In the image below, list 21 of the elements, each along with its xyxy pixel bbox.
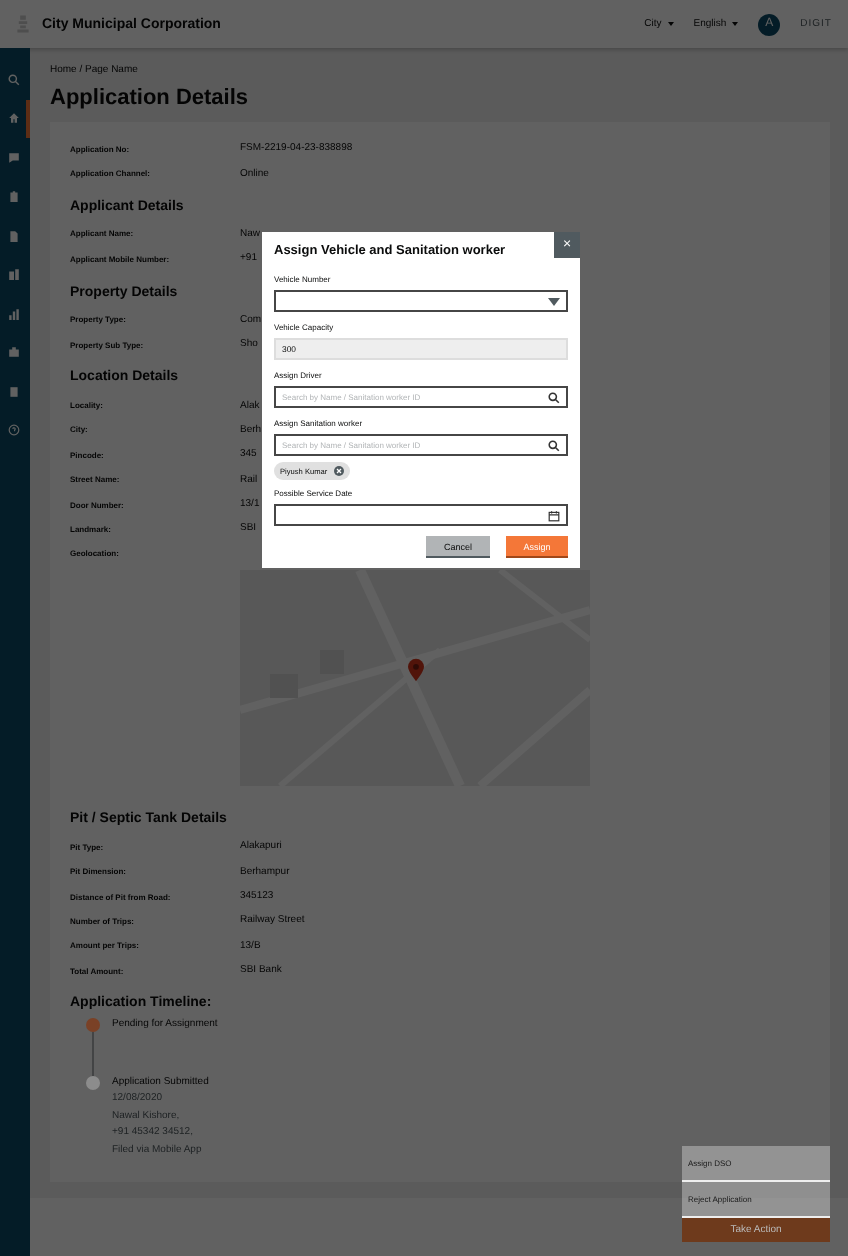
home-icon — [7, 112, 19, 125]
map-pin-icon — [408, 658, 424, 683]
page-title: Application Details — [50, 86, 251, 110]
help-icon — [7, 424, 19, 437]
document-icon — [7, 229, 19, 242]
clipboard-icon — [7, 190, 19, 203]
caret-icon — [667, 22, 674, 26]
briefcase-icon — [7, 346, 19, 359]
date-field[interactable] — [274, 504, 568, 526]
search-icon — [548, 439, 560, 451]
calendar-icon — [548, 509, 560, 521]
caret-icon — [732, 22, 739, 26]
remove-icon[interactable] — [333, 466, 344, 476]
book-icon — [7, 385, 19, 398]
vehicle-dropdown[interactable] — [274, 290, 568, 312]
chart-icon — [7, 307, 19, 320]
search-icon — [548, 391, 560, 403]
caret-icon — [548, 295, 560, 307]
chat-icon — [7, 151, 19, 164]
building-icon — [7, 268, 19, 281]
search-icon — [7, 73, 19, 86]
